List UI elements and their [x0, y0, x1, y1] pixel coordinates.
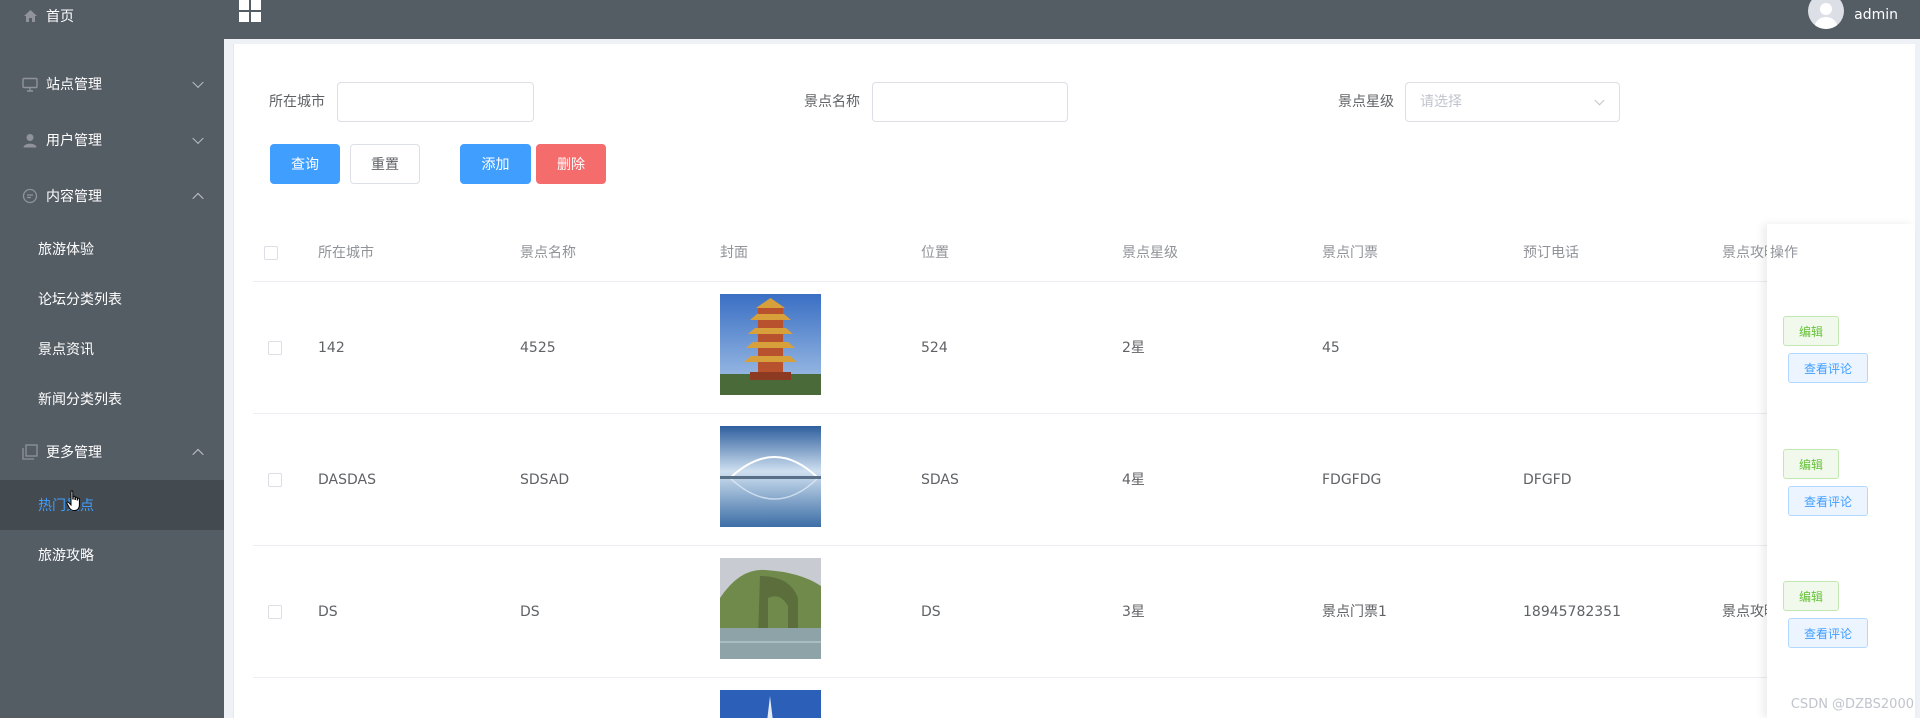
- chevron-up-icon: [192, 192, 204, 205]
- col-header-location: 位置: [921, 245, 949, 261]
- sidebar-item-forum-categories[interactable]: 论坛分类列表: [0, 274, 224, 324]
- chevron-up-icon: [192, 448, 204, 461]
- edit-button[interactable]: 编辑: [1783, 449, 1839, 479]
- query-button[interactable]: 查询: [270, 144, 340, 184]
- menu-label: 更多管理: [46, 445, 102, 461]
- chat-icon: [22, 188, 38, 204]
- menu-item-site-mgmt[interactable]: 站点管理: [0, 56, 224, 112]
- monitor-icon: [22, 76, 38, 92]
- cell-location: SDAS: [921, 472, 959, 488]
- level-select[interactable]: 请选择: [1405, 82, 1620, 122]
- hand-cursor-icon: [66, 490, 80, 511]
- chevron-down-icon: [192, 76, 204, 89]
- username: admin: [1854, 7, 1898, 23]
- sidebar-item-travel-experience[interactable]: 旅游体验: [0, 224, 224, 274]
- edit-button[interactable]: 编辑: [1783, 581, 1839, 611]
- table-row: 142 4525 524 2星 45: [253, 282, 1887, 414]
- menu-item-content-mgmt[interactable]: 内容管理: [0, 168, 224, 224]
- city-label: 所在城市: [269, 94, 325, 110]
- level-label: 景点星级: [1338, 94, 1394, 110]
- chevron-down-icon: [1594, 95, 1605, 106]
- cell-phone: DFGFD: [1523, 472, 1572, 488]
- col-header-city: 所在城市: [318, 245, 374, 261]
- cell-name: SDSAD: [520, 472, 570, 488]
- avatar[interactable]: [1808, 0, 1845, 29]
- name-input[interactable]: [872, 82, 1068, 122]
- sidebar-item-scenic-news[interactable]: 景点资讯: [0, 324, 224, 374]
- cover-image: [720, 294, 821, 395]
- sidebar: 首页 站点管理 用户管理 内容管理 旅游体验 论坛分类列表 景点资讯 新闻分类列…: [0, 0, 224, 718]
- menu-item-more-mgmt[interactable]: 更多管理: [0, 424, 224, 480]
- cell-location: 524: [921, 340, 948, 356]
- menu-label: 用户管理: [46, 133, 102, 149]
- cell-ticket: 45: [1322, 340, 1340, 356]
- col-header-name: 景点名称: [520, 245, 576, 261]
- col-header-level: 景点星级: [1122, 245, 1178, 261]
- cover-image: [720, 558, 821, 659]
- data-table: 所在城市 景点名称 封面 位置 景点星级 景点门票 预订电话 景点攻略 142 …: [253, 224, 1887, 718]
- cell-location: DS: [921, 604, 941, 620]
- sub-label: 论坛分类列表: [38, 292, 122, 308]
- row-checkbox[interactable]: [268, 473, 282, 487]
- chevron-down-icon: [192, 132, 204, 145]
- menu-label: 首页: [46, 9, 74, 25]
- menu-label: 站点管理: [46, 77, 102, 93]
- main-content: 所在城市 景点名称 景点星级 请选择 查询 重置 添加 删除 所在城市 景点名称…: [233, 44, 1915, 718]
- table-row: DS DS DS 3星 景点门票1 18945782351 景点攻略: [253, 546, 1887, 678]
- cell-ticket: 景点门票1: [1322, 604, 1387, 620]
- menu-grid-icon[interactable]: [239, 0, 261, 22]
- watermark: CSDN @DZBS2000: [1790, 697, 1914, 712]
- user-menu[interactable]: admin: [1808, 0, 1898, 30]
- sidebar-item-news-categories[interactable]: 新闻分类列表: [0, 374, 224, 424]
- cell-name: DS: [520, 604, 540, 620]
- city-input[interactable]: [337, 82, 534, 122]
- row-checkbox[interactable]: [268, 605, 282, 619]
- sub-label: 旅游攻略: [38, 548, 94, 564]
- row-checkbox[interactable]: [268, 341, 282, 355]
- view-comments-button[interactable]: 查看评论: [1788, 353, 1868, 383]
- sub-label: 新闻分类列表: [38, 392, 122, 408]
- home-icon: [22, 8, 38, 24]
- col-header-ops: 操作: [1770, 224, 1900, 282]
- top-header: admin: [224, 0, 1920, 39]
- view-comments-button[interactable]: 查看评论: [1788, 618, 1868, 648]
- table-row: [253, 678, 1887, 718]
- cell-phone: 18945782351: [1523, 604, 1621, 620]
- edit-button[interactable]: 编辑: [1783, 316, 1839, 346]
- table-row: DASDAS SDSAD SDAS 4星 FDGFDG DFGFD: [253, 414, 1887, 546]
- menu-item-home[interactable]: 首页: [0, 0, 224, 32]
- cell-city: DASDAS: [318, 472, 376, 488]
- cell-ticket: FDGFDG: [1322, 472, 1382, 488]
- cover-image: [720, 690, 821, 718]
- sidebar-item-hot-scenic[interactable]: 热门景点: [0, 480, 224, 530]
- select-all-checkbox[interactable]: [264, 246, 278, 260]
- cell-level: 3星: [1122, 604, 1145, 620]
- cell-city: DS: [318, 604, 338, 620]
- menu-label: 内容管理: [46, 189, 102, 205]
- cell-city: 142: [318, 340, 345, 356]
- cover-image: [720, 426, 821, 527]
- delete-button[interactable]: 删除: [536, 144, 606, 184]
- cell-level: 2星: [1122, 340, 1145, 356]
- cell-name: 4525: [520, 340, 556, 356]
- col-header-cover: 封面: [720, 245, 748, 261]
- col-header-phone: 预订电话: [1523, 245, 1579, 261]
- level-select-placeholder: 请选择: [1420, 94, 1462, 110]
- sub-label: 景点资讯: [38, 342, 94, 358]
- view-comments-button[interactable]: 查看评论: [1788, 486, 1868, 516]
- menu-item-user-mgmt[interactable]: 用户管理: [0, 112, 224, 168]
- search-form: 所在城市 景点名称 景点星级 请选择: [234, 82, 1915, 122]
- col-header-ticket: 景点门票: [1322, 245, 1378, 261]
- add-button[interactable]: 添加: [460, 144, 531, 184]
- copy-icon: [22, 444, 38, 460]
- sidebar-item-travel-guides[interactable]: 旅游攻略: [0, 530, 224, 580]
- reset-button[interactable]: 重置: [350, 144, 420, 184]
- name-label: 景点名称: [804, 94, 860, 110]
- sub-label: 旅游体验: [38, 242, 94, 258]
- user-icon: [22, 132, 38, 148]
- cell-level: 4星: [1122, 472, 1145, 488]
- table-header: 所在城市 景点名称 封面 位置 景点星级 景点门票 预订电话 景点攻略: [253, 224, 1887, 282]
